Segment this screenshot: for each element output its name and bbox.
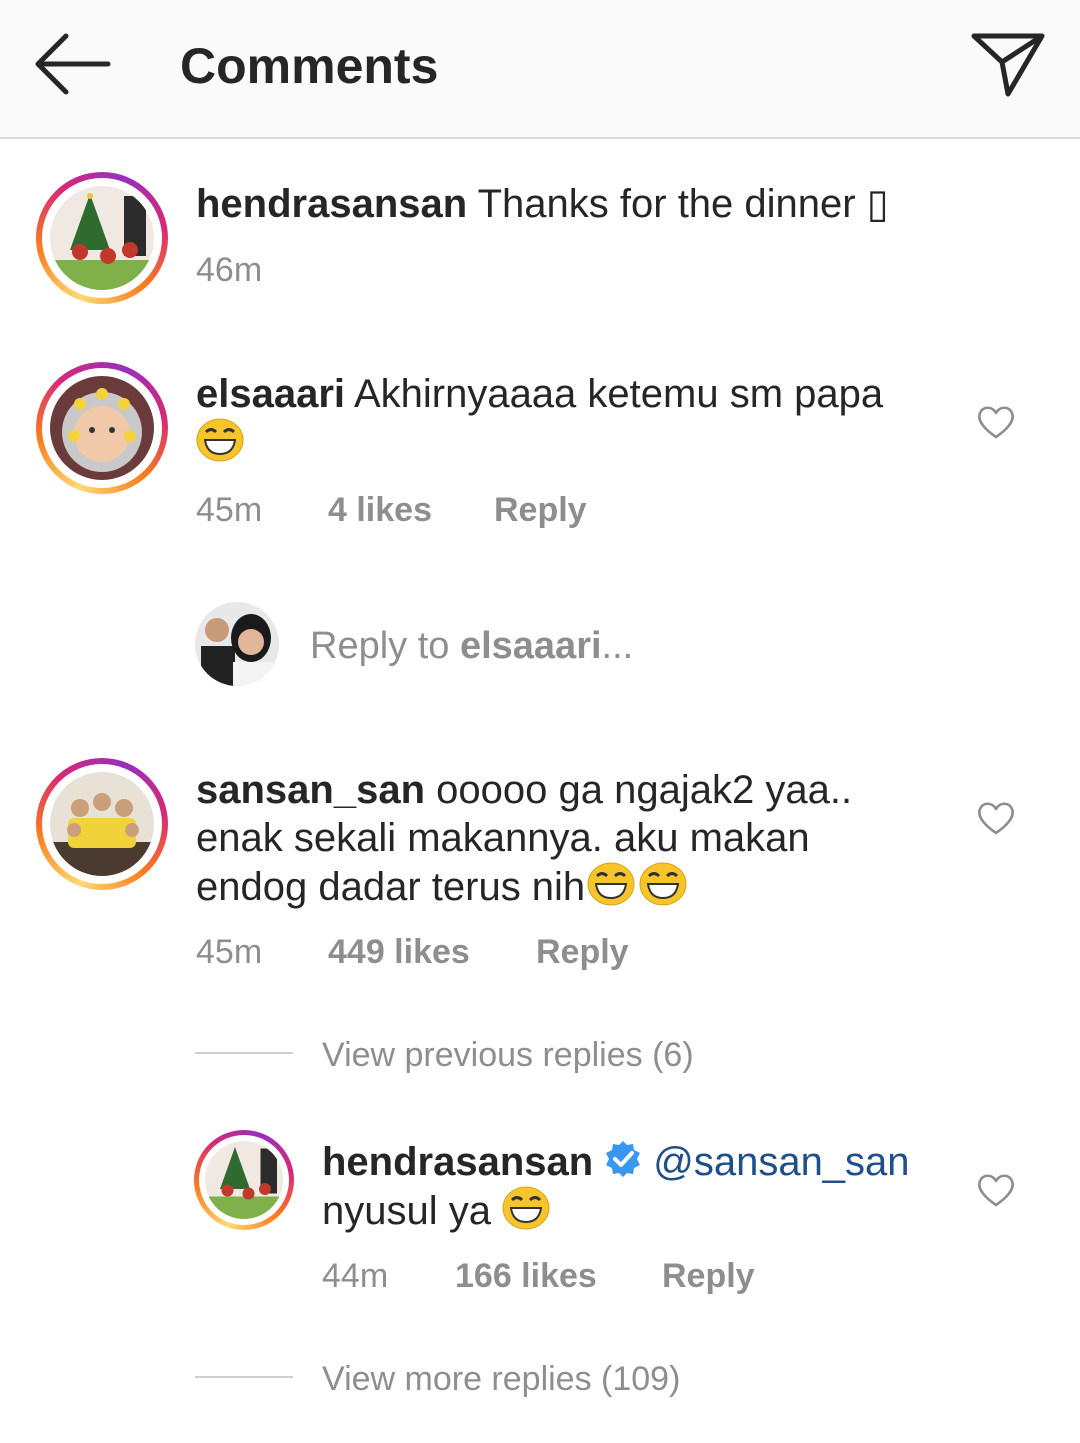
reply-text: hendrasansan @sansan_san nyusul ya xyxy=(322,1138,952,1235)
paper-plane-icon xyxy=(971,33,1045,97)
avatar[interactable] xyxy=(36,172,168,304)
reply-time: 44m xyxy=(322,1257,389,1295)
reply-avatar xyxy=(195,602,279,686)
like-button[interactable] xyxy=(976,800,1016,836)
comment-text: sansan_san ooooo ga ngajak2 yaa.. enak s… xyxy=(196,766,936,911)
avatar-photo xyxy=(50,186,154,290)
comment-body-line2: enak sekali makannya. aku makan xyxy=(196,816,810,860)
comment-username[interactable]: sansan_san xyxy=(196,768,425,812)
avatar-photo xyxy=(50,772,154,876)
verified-badge-icon xyxy=(606,1141,641,1177)
avatar-photo xyxy=(205,1141,283,1219)
arrow-left-icon xyxy=(35,33,111,95)
comment-time: 45m xyxy=(196,933,263,971)
comment-username[interactable]: elsaaari xyxy=(196,372,345,416)
comment-body-line1: ooooo ga ngajak2 yaa.. xyxy=(436,768,853,812)
comment-likes[interactable]: 449 likes xyxy=(328,932,470,972)
avatar[interactable] xyxy=(36,362,168,494)
avatar-photo xyxy=(50,376,154,480)
like-button[interactable] xyxy=(976,404,1016,440)
thread-divider xyxy=(195,1052,293,1054)
reply-input-username: elsaaari xyxy=(459,625,602,667)
reply-button[interactable]: Reply xyxy=(494,490,587,530)
caption-time: 46m xyxy=(196,251,263,289)
caption-username[interactable]: hendrasansan xyxy=(196,182,467,226)
back-button[interactable] xyxy=(30,30,114,98)
thread-divider xyxy=(195,1376,293,1378)
avatar[interactable] xyxy=(36,758,168,890)
reply-likes[interactable]: 166 likes xyxy=(455,1256,597,1296)
grinning-face-emoji xyxy=(587,862,635,906)
like-button[interactable] xyxy=(976,1172,1016,1208)
avatar-photo xyxy=(195,602,279,686)
reply-input-prefix: Reply to xyxy=(310,625,460,667)
comment-body: Akhirnyaaaa ketemu sm papa xyxy=(353,372,884,416)
grinning-face-emoji xyxy=(196,418,244,462)
comment-time: 45m xyxy=(196,491,263,529)
heart-icon xyxy=(978,1174,1014,1207)
page-title: Comments xyxy=(180,38,439,94)
caption-body: Thanks for the dinner ▯ xyxy=(477,182,889,226)
grinning-face-emoji xyxy=(639,862,687,906)
comment-likes[interactable]: 4 likes xyxy=(328,490,432,530)
view-previous-replies[interactable]: View previous replies (6) xyxy=(322,1035,694,1075)
view-more-replies[interactable]: View more replies (109) xyxy=(322,1359,680,1399)
avatar[interactable] xyxy=(194,1130,294,1230)
reply-username[interactable]: hendrasansan xyxy=(322,1140,593,1184)
mention-link[interactable]: @sansan_san xyxy=(653,1140,909,1184)
top-bar: Comments xyxy=(0,0,1080,139)
heart-icon xyxy=(978,406,1014,439)
reply-body: nyusul ya xyxy=(322,1189,491,1233)
share-button[interactable] xyxy=(966,26,1050,102)
comment-text: elsaaari Akhirnyaaaa ketemu sm papa xyxy=(196,370,936,467)
heart-icon xyxy=(978,802,1014,835)
reply-button[interactable]: Reply xyxy=(536,932,629,972)
reply-button[interactable]: Reply xyxy=(662,1256,755,1296)
comment-body-line3: endog dadar terus nih xyxy=(196,865,586,909)
reply-input-suffix: ... xyxy=(601,625,634,667)
caption-text: hendrasansan Thanks for the dinner ▯ xyxy=(196,180,956,228)
grinning-face-emoji xyxy=(502,1186,550,1230)
reply-input[interactable]: Reply to elsaaari... xyxy=(310,622,633,670)
